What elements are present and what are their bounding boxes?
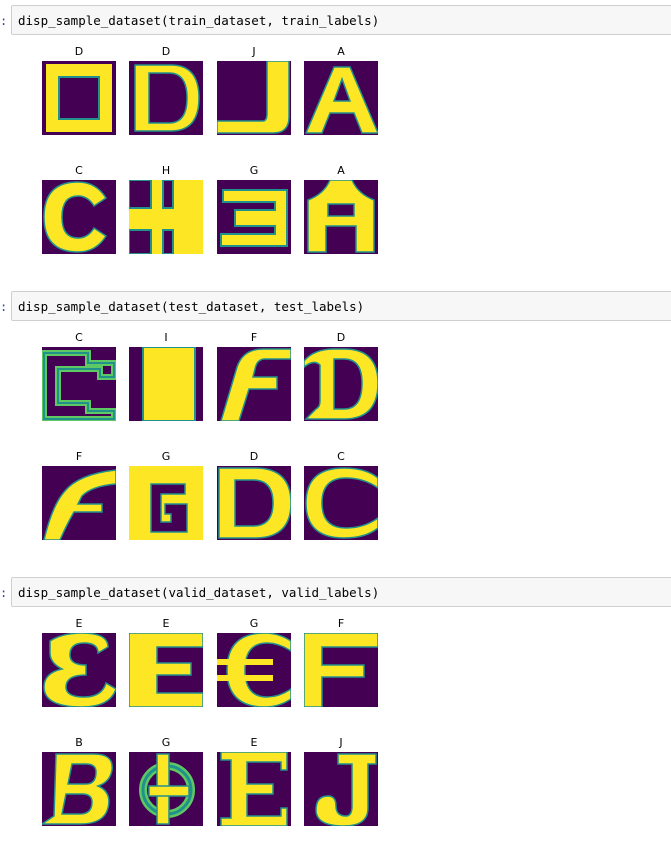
image-label: I <box>164 331 168 344</box>
code-input[interactable]: disp_sample_dataset(valid_dataset, valid… <box>11 577 671 607</box>
letter-image-G <box>129 466 203 540</box>
notebook-cell-valid: : disp_sample_dataset(valid_dataset, val… <box>0 572 671 841</box>
image-label: A <box>337 164 345 177</box>
code-input[interactable]: disp_sample_dataset(test_dataset, test_l… <box>11 291 671 321</box>
letter-image-D <box>304 347 378 421</box>
letter-image-G <box>217 633 291 707</box>
code-text: disp_sample_dataset(valid_dataset, valid… <box>18 585 380 600</box>
letter-image-E <box>217 752 291 826</box>
letter-image-C <box>304 466 378 540</box>
image-label: G <box>161 450 171 463</box>
letter-image-I <box>129 347 203 421</box>
image-label: D <box>336 331 346 344</box>
image-label: C <box>337 450 345 463</box>
letter-image-H <box>129 180 203 254</box>
image-label: C <box>75 164 83 177</box>
letter-image-G <box>129 752 203 826</box>
notebook-cell-test: : disp_sample_dataset(test_dataset, test… <box>0 286 671 566</box>
letter-image-D <box>42 61 116 135</box>
letter-image-D <box>217 466 291 540</box>
image-label: F <box>250 331 258 344</box>
image-label: E <box>75 617 83 630</box>
image-label: G <box>249 164 259 177</box>
image-label: C <box>75 331 83 344</box>
letter-image-A <box>304 180 378 254</box>
sample-figure-train: D D J A C H G A <box>42 40 382 256</box>
image-label: H <box>161 164 171 177</box>
letter-image-D <box>129 61 203 135</box>
image-label: D <box>161 45 171 58</box>
sample-figure-test: C I F D F G D C <box>42 326 382 542</box>
image-label: B <box>75 736 83 749</box>
sample-figure-valid: E E G F B G E J <box>42 612 382 828</box>
letter-image-J <box>217 61 291 135</box>
notebook-cell-train: : disp_sample_dataset(train_dataset, tra… <box>0 0 671 280</box>
image-label: D <box>74 45 84 58</box>
letter-image-E <box>129 633 203 707</box>
letter-image-C <box>42 180 116 254</box>
image-label: J <box>252 45 256 58</box>
cell-prompt: : <box>0 586 8 600</box>
letter-image-B <box>42 752 116 826</box>
letter-image-E <box>42 633 116 707</box>
image-label: F <box>75 450 83 463</box>
cell-prompt: : <box>0 300 8 314</box>
letter-image-A <box>304 61 378 135</box>
image-label: F <box>337 617 345 630</box>
letter-image-G <box>217 180 291 254</box>
letter-image-F <box>42 466 116 540</box>
image-label: G <box>161 736 171 749</box>
image-label: E <box>250 736 258 749</box>
code-text: disp_sample_dataset(test_dataset, test_l… <box>18 299 365 314</box>
letter-image-F <box>217 347 291 421</box>
image-label: G <box>249 617 259 630</box>
code-text: disp_sample_dataset(train_dataset, train… <box>18 13 380 28</box>
cell-prompt: : <box>0 14 8 28</box>
image-label: E <box>162 617 170 630</box>
letter-image-C <box>42 347 116 421</box>
letter-image-F <box>304 633 378 707</box>
image-label: J <box>339 736 343 749</box>
code-input[interactable]: disp_sample_dataset(train_dataset, train… <box>11 5 671 35</box>
image-label: D <box>249 450 259 463</box>
letter-image-J <box>304 752 378 826</box>
image-label: A <box>337 45 345 58</box>
